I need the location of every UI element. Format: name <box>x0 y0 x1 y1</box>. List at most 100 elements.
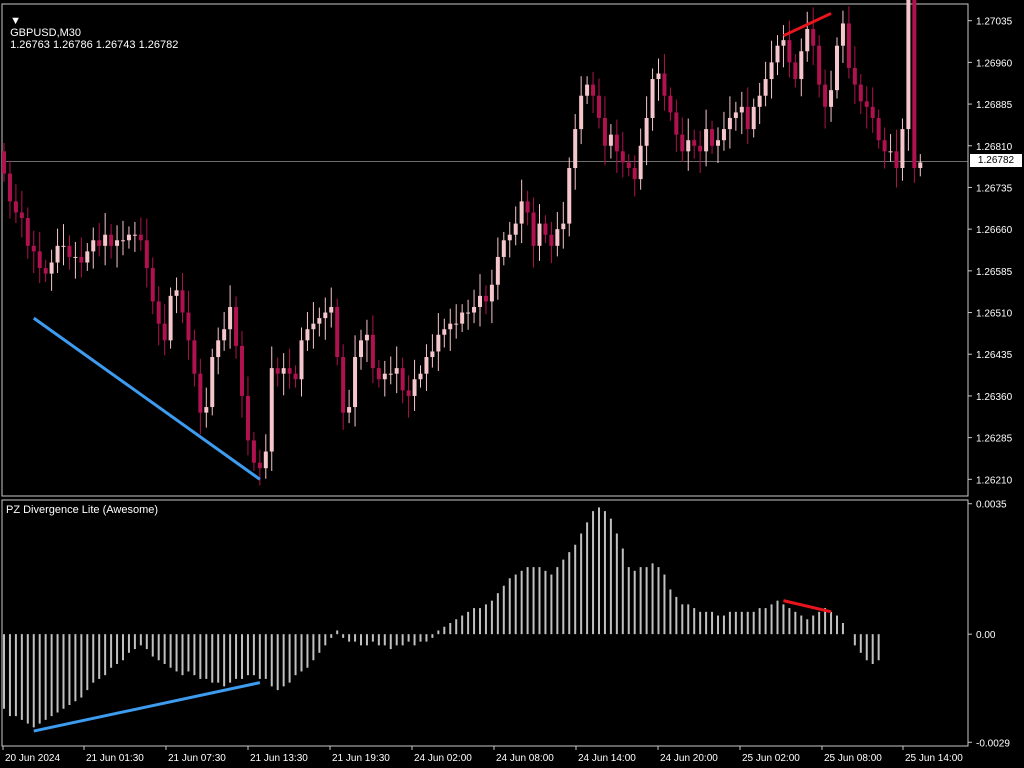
bull-candle <box>263 451 268 469</box>
bear-candle <box>602 117 607 146</box>
bear-candle <box>2 151 6 174</box>
oscillator-bullish-divergence-line <box>33 681 261 733</box>
time-tick-label: 24 Jun 20:00 <box>660 753 718 764</box>
dropdown-triangle-icon[interactable]: ▼ <box>10 15 21 27</box>
bear-candle <box>870 106 875 118</box>
bull-candle <box>85 251 90 263</box>
bull-candle <box>763 79 768 96</box>
bull-candle <box>281 368 286 374</box>
bull-candle <box>472 306 477 313</box>
bull-candle <box>781 40 786 46</box>
bear-candle <box>876 117 881 141</box>
bull-candle <box>829 90 834 107</box>
bear-candle <box>710 129 715 146</box>
price-tick-label: 1.26510 <box>976 309 1013 320</box>
bull-candle <box>394 368 399 374</box>
bear-candle <box>293 373 298 380</box>
time-tick-label: 24 Jun 02:00 <box>414 753 472 764</box>
bear-candle <box>275 368 280 374</box>
bull-candle <box>418 373 423 380</box>
bull-candle <box>608 134 613 146</box>
bull-candle <box>775 45 780 63</box>
bull-candle <box>353 357 358 408</box>
bear-candle <box>680 134 685 152</box>
bull-candle <box>454 323 459 325</box>
bear-candle <box>67 245 72 257</box>
bull-candle <box>513 223 518 235</box>
bull-candle <box>704 129 709 152</box>
bull-candle <box>638 145 643 180</box>
price-tick-label: 1.26885 <box>976 100 1013 111</box>
bear-candle <box>858 84 863 102</box>
bear-candle <box>335 306 340 358</box>
bull-candle <box>132 234 137 236</box>
bull-candle <box>585 84 590 96</box>
bear-candle <box>698 145 703 152</box>
price-tick-label: 1.26735 <box>976 183 1013 194</box>
bull-candle <box>495 256 500 285</box>
bear-candle <box>823 84 828 107</box>
bull-candle <box>733 112 738 118</box>
bull-candle <box>460 312 465 324</box>
bull-candle <box>507 234 512 241</box>
bull-candle <box>561 223 566 230</box>
bear-candle <box>37 251 42 269</box>
bull-candle <box>55 245 60 263</box>
bear-candle <box>150 268 155 302</box>
time-tick-label: 21 Jun 01:30 <box>86 753 144 764</box>
price-tick-label: 1.26660 <box>976 225 1013 236</box>
bull-candle <box>347 407 352 413</box>
bear-candle <box>245 395 250 441</box>
bear-candle <box>400 368 405 391</box>
oscillator-layer <box>3 507 880 728</box>
bull-candle <box>115 240 120 246</box>
bear-candle <box>341 357 346 413</box>
time-tick-label: 25 Jun 14:00 <box>905 753 963 764</box>
bull-candle <box>769 62 774 80</box>
bear-candle <box>614 134 619 152</box>
price-tick-label: 1.26360 <box>976 392 1013 403</box>
bear-candle <box>109 234 114 246</box>
bear-candle <box>632 168 637 180</box>
ohlc-values: 1.26763 1.26786 1.26743 1.26782 <box>10 39 179 51</box>
bull-candle <box>311 323 316 330</box>
bear-candle <box>912 0 917 168</box>
candles-layer <box>2 0 923 486</box>
bear-candle <box>846 23 851 68</box>
bear-candle <box>192 340 197 374</box>
bull-candle <box>126 234 131 241</box>
bull-candle <box>650 79 655 118</box>
bull-candle <box>727 117 732 130</box>
price-tick-label: 1.26285 <box>976 434 1013 445</box>
bull-candle <box>222 329 227 341</box>
bear-candle <box>864 101 869 107</box>
bull-candle <box>436 334 441 352</box>
chart-canvas[interactable]: 1.27035 1.26960 1.26885 1.26810 1.26735 1.266… <box>0 0 1024 768</box>
bear-candle <box>376 368 381 380</box>
bull-candle <box>317 318 322 324</box>
symbol-header[interactable]: ▼ GBPUSD,M30 1.26763 1.26786 1.26743 1.2… <box>4 3 178 51</box>
bull-candle <box>103 234 108 246</box>
bear-candle <box>591 84 596 96</box>
bear-candle <box>240 345 244 396</box>
bull-candle <box>900 129 905 168</box>
bear-candle <box>25 218 30 246</box>
bear-candle <box>180 290 185 313</box>
price-tick-label: 1.27035 <box>976 17 1013 28</box>
oscillator-tick-label: 0.0035 <box>976 500 1007 511</box>
bear-candle <box>7 173 12 202</box>
bull-candle <box>91 240 96 252</box>
price-tick-label: 1.26585 <box>976 267 1013 278</box>
bear-candle <box>186 312 191 341</box>
price-tick-label: 1.26960 <box>976 58 1013 69</box>
bear-candle <box>531 212 536 246</box>
bull-candle <box>573 129 578 168</box>
bear-candle <box>162 323 167 341</box>
bull-candle <box>204 407 209 413</box>
bull-candle <box>299 340 304 380</box>
time-tick-label: 20 Jun 2024 <box>5 753 60 764</box>
bear-candle <box>97 240 102 246</box>
bear-candle <box>692 140 697 146</box>
bull-candle <box>489 284 494 302</box>
bull-candle <box>49 262 54 274</box>
